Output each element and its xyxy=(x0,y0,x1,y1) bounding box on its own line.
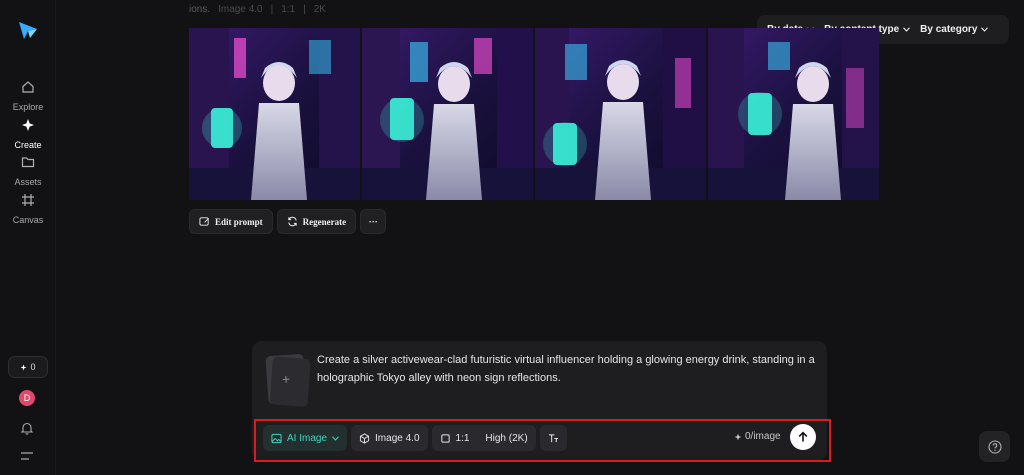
more-icon: ··· xyxy=(368,216,378,227)
filter-label: By category xyxy=(920,24,978,35)
quality-label: High (2K) xyxy=(485,432,528,444)
edit-prompt-label: Edit prompt xyxy=(215,216,263,227)
sidebar-item-create[interactable]: Create xyxy=(0,118,56,153)
credits-count: 0 xyxy=(30,362,36,372)
meta-divider: | xyxy=(270,4,274,15)
cost-indicator: 0/image xyxy=(734,431,781,442)
bell-icon[interactable] xyxy=(20,421,34,435)
regenerate-button[interactable]: Regenerate xyxy=(276,209,357,234)
sidebar-item-assets[interactable]: Assets xyxy=(0,155,56,190)
generated-image-1[interactable] xyxy=(189,28,360,200)
help-button[interactable] xyxy=(979,431,1010,462)
chevron-down-icon xyxy=(332,435,339,441)
meta-model: Image 4.0 xyxy=(218,4,263,15)
help-icon xyxy=(987,439,1002,454)
meta-resolution: 2K xyxy=(313,4,326,15)
square-icon xyxy=(440,433,450,443)
generated-image-2[interactable] xyxy=(362,28,533,200)
meta-ratio: 1:1 xyxy=(281,4,296,15)
menu-icon[interactable] xyxy=(20,451,34,461)
attach-image-button[interactable]: + xyxy=(265,353,307,405)
generated-image-4[interactable] xyxy=(708,28,879,200)
sparkle-icon xyxy=(22,119,34,131)
sparkle-icon xyxy=(734,433,742,440)
aspect-ratio-label: 1:1 xyxy=(455,432,470,444)
sidebar-item-explore[interactable]: Explore xyxy=(0,80,56,115)
logo-icon[interactable] xyxy=(16,18,40,42)
home-icon xyxy=(22,81,34,93)
cost-label: 0/image xyxy=(745,431,781,442)
chevron-down-icon xyxy=(903,27,911,32)
text-tool-button[interactable] xyxy=(539,425,567,451)
model-select[interactable]: Image 4.0 xyxy=(351,425,428,451)
image-icon xyxy=(271,433,282,443)
arrow-up-icon xyxy=(798,431,808,442)
generation-meta: ions. Image 4.0 | 1:1 | 2K xyxy=(189,4,326,15)
generation-type-label: AI Image xyxy=(287,432,328,444)
image-actions: Edit prompt Regenerate ··· xyxy=(189,209,387,234)
sidebar-item-label: Explore xyxy=(12,102,44,112)
meta-divider: | xyxy=(303,4,306,15)
plus-icon: + xyxy=(281,370,291,388)
filter-by-category[interactable]: By category xyxy=(918,24,990,35)
sidebar-item-label: Assets xyxy=(14,177,42,187)
regenerate-label: Regenerate xyxy=(302,216,347,227)
sidebar-item-label: Canvas xyxy=(12,215,44,225)
model-label: Image 4.0 xyxy=(375,432,420,444)
generation-type-select[interactable]: AI Image xyxy=(263,425,348,451)
refresh-icon xyxy=(287,216,297,227)
chevron-down-icon xyxy=(981,27,989,32)
aspect-quality-select[interactable]: 1:1 High (2K) xyxy=(431,425,536,451)
image-gallery xyxy=(189,28,879,200)
prompt-tail: ions. xyxy=(189,4,211,15)
sidebar-item-label: Create xyxy=(14,140,42,150)
sidebar: Explore Create Assets Canvas 0 D xyxy=(0,0,56,475)
send-button[interactable] xyxy=(790,424,816,450)
generated-image-3[interactable] xyxy=(535,28,706,200)
folder-icon xyxy=(21,157,35,168)
sparkle-icon xyxy=(20,364,27,370)
frame-icon xyxy=(22,194,34,206)
edit-prompt-button[interactable]: Edit prompt xyxy=(189,209,273,234)
edit-icon xyxy=(199,217,209,226)
avatar[interactable]: D xyxy=(19,390,35,406)
text-size-icon xyxy=(548,433,558,442)
cube-icon xyxy=(359,432,370,444)
sidebar-item-canvas[interactable]: Canvas xyxy=(0,193,56,228)
more-options-button[interactable]: ··· xyxy=(360,209,387,234)
prompt-input[interactable]: Create a silver activewear-clad futurist… xyxy=(317,351,817,387)
credits-badge[interactable]: 0 xyxy=(8,356,48,378)
